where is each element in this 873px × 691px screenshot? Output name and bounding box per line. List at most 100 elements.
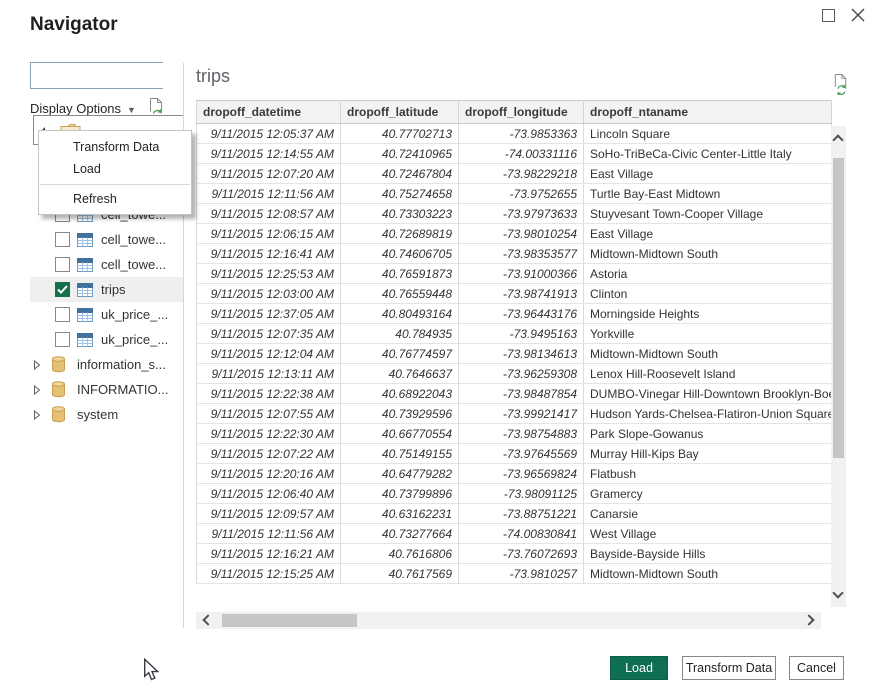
cell-dropoff-latitude: 40.76591873 xyxy=(341,264,459,284)
cell-dropoff-ntaname: Midtown-Midtown South xyxy=(584,344,832,364)
column-header[interactable]: dropoff_longitude xyxy=(459,101,584,124)
table-row[interactable]: 9/11/2015 12:09:57 AM 40.63162231 -73.88… xyxy=(197,504,832,524)
cell-dropoff-latitude: 40.76559448 xyxy=(341,284,459,304)
tree-item-table[interactable]: cell_towe... xyxy=(30,252,184,277)
cell-dropoff-longitude: -73.9853363 xyxy=(459,124,584,144)
horizontal-scrollbar[interactable] xyxy=(196,612,821,629)
table-row[interactable]: 9/11/2015 12:05:37 AM 40.77702713 -73.98… xyxy=(197,124,832,144)
scroll-left-icon[interactable] xyxy=(202,614,213,625)
table-row[interactable]: 9/11/2015 12:07:55 AM 40.73929596 -73.99… xyxy=(197,404,832,424)
cell-dropoff-longitude: -73.9752655 xyxy=(459,184,584,204)
display-options-label: Display Options xyxy=(30,101,121,116)
cell-dropoff-longitude: -73.97645569 xyxy=(459,444,584,464)
menu-separator xyxy=(40,184,190,185)
load-button[interactable]: Load xyxy=(610,656,668,680)
tree-item-table[interactable]: uk_price_... xyxy=(30,327,184,352)
cell-dropoff-datetime: 9/11/2015 12:11:56 AM xyxy=(197,184,341,204)
tree-item-table[interactable]: cell_towe... xyxy=(30,227,184,252)
cell-dropoff-datetime: 9/11/2015 12:08:57 AM xyxy=(197,204,341,224)
tree-item-label: cell_towe... xyxy=(101,232,166,247)
cell-dropoff-latitude: 40.74606705 xyxy=(341,244,459,264)
transform-data-button[interactable]: Transform Data xyxy=(682,656,776,680)
horizontal-scroll-thumb[interactable] xyxy=(222,614,357,627)
table-row[interactable]: 9/11/2015 12:03:00 AM 40.76559448 -73.98… xyxy=(197,284,832,304)
tree-item-database[interactable]: system xyxy=(30,402,184,427)
table-row[interactable]: 9/11/2015 12:06:15 AM 40.72689819 -73.98… xyxy=(197,224,832,244)
scroll-up-icon[interactable] xyxy=(832,134,843,145)
cell-dropoff-ntaname: West Village xyxy=(584,524,832,544)
table-row[interactable]: 9/11/2015 12:20:16 AM 40.64779282 -73.96… xyxy=(197,464,832,484)
table-row[interactable]: 9/11/2015 12:11:56 AM 40.73277664 -74.00… xyxy=(197,524,832,544)
menu-item-load[interactable]: Load xyxy=(39,158,191,180)
table-checkbox[interactable] xyxy=(55,282,70,297)
cell-dropoff-ntaname: Yorkville xyxy=(584,324,832,344)
vertical-scroll-thumb[interactable] xyxy=(833,158,844,458)
column-header[interactable]: dropoff_datetime xyxy=(197,101,341,124)
table-row[interactable]: 9/11/2015 12:08:57 AM 40.73303223 -73.97… xyxy=(197,204,832,224)
cell-dropoff-datetime: 9/11/2015 12:22:30 AM xyxy=(197,424,341,444)
cell-dropoff-ntaname: Flatbush xyxy=(584,464,832,484)
display-options-dropdown[interactable]: Display Options▼ xyxy=(30,101,136,116)
table-checkbox[interactable] xyxy=(55,257,70,272)
cell-dropoff-longitude: -73.76072693 xyxy=(459,544,584,564)
tree-item-table[interactable]: uk_price_... xyxy=(30,302,184,327)
cell-dropoff-ntaname: Bayside-Bayside Hills xyxy=(584,544,832,564)
search-box[interactable] xyxy=(30,62,163,89)
table-row[interactable]: 9/11/2015 12:13:11 AM 40.7646637 -73.962… xyxy=(197,364,832,384)
table-row[interactable]: 9/11/2015 12:12:04 AM 40.76774597 -73.98… xyxy=(197,344,832,364)
table-row[interactable]: 9/11/2015 12:22:30 AM 40.66770554 -73.98… xyxy=(197,424,832,444)
expand-chevron-icon[interactable] xyxy=(33,360,41,370)
cell-dropoff-datetime: 9/11/2015 12:06:15 AM xyxy=(197,224,341,244)
column-header[interactable]: dropoff_latitude xyxy=(341,101,459,124)
table-checkbox[interactable] xyxy=(55,307,70,322)
cell-dropoff-ntaname: Canarsie xyxy=(584,504,832,524)
table-row[interactable]: 9/11/2015 12:14:55 AM 40.72410965 -74.00… xyxy=(197,144,832,164)
refresh-preview-icon[interactable] xyxy=(831,72,850,95)
table-checkbox[interactable] xyxy=(55,332,70,347)
tree-item-database[interactable]: INFORMATIO... xyxy=(30,377,184,402)
cell-dropoff-datetime: 9/11/2015 12:22:38 AM xyxy=(197,384,341,404)
table-row[interactable]: 9/11/2015 12:16:41 AM 40.74606705 -73.98… xyxy=(197,244,832,264)
table-row[interactable]: 9/11/2015 12:25:53 AM 40.76591873 -73.91… xyxy=(197,264,832,284)
cell-dropoff-ntaname: Park Slope-Gowanus xyxy=(584,424,832,444)
vertical-scrollbar[interactable] xyxy=(831,126,846,607)
cell-dropoff-latitude: 40.76774597 xyxy=(341,344,459,364)
table-row[interactable]: 9/11/2015 12:11:56 AM 40.75274658 -73.97… xyxy=(197,184,832,204)
table-row[interactable]: 9/11/2015 12:37:05 AM 40.80493164 -73.96… xyxy=(197,304,832,324)
tree-item-table[interactable]: trips xyxy=(30,277,184,302)
cell-dropoff-ntaname: Turtle Bay-East Midtown xyxy=(584,184,832,204)
checkmark-icon xyxy=(57,285,68,294)
table-checkbox[interactable] xyxy=(55,232,70,247)
cell-dropoff-ntaname: Midtown-Midtown South xyxy=(584,564,832,584)
cell-dropoff-longitude: -73.9810257 xyxy=(459,564,584,584)
table-row[interactable]: 9/11/2015 12:07:20 AM 40.72467804 -73.98… xyxy=(197,164,832,184)
cell-dropoff-longitude: -73.98010254 xyxy=(459,224,584,244)
column-header[interactable]: dropoff_ntaname xyxy=(584,101,832,124)
cell-dropoff-ntaname: Gramercy xyxy=(584,484,832,504)
table-row[interactable]: 9/11/2015 12:07:22 AM 40.75149155 -73.97… xyxy=(197,444,832,464)
table-row[interactable]: 9/11/2015 12:07:35 AM 40.784935 -73.9495… xyxy=(197,324,832,344)
expand-chevron-icon[interactable] xyxy=(33,410,41,420)
dialog-title: Navigator xyxy=(30,14,118,36)
cancel-button[interactable]: Cancel xyxy=(789,656,844,680)
menu-item-transform-data[interactable]: Transform Data xyxy=(39,136,191,158)
table-row[interactable]: 9/11/2015 12:06:40 AM 40.73799896 -73.98… xyxy=(197,484,832,504)
cell-dropoff-ntaname: Lenox Hill-Roosevelt Island xyxy=(584,364,832,384)
navigator-dialog: Navigator Display Options▼ Transform Dat… xyxy=(0,0,873,691)
search-input[interactable] xyxy=(31,63,194,88)
table-icon xyxy=(77,233,93,247)
tree-item-label: INFORMATIO... xyxy=(77,382,168,397)
table-row[interactable]: 9/11/2015 12:15:25 AM 40.7617569 -73.981… xyxy=(197,564,832,584)
menu-item-refresh[interactable]: Refresh xyxy=(39,188,191,210)
table-row[interactable]: 9/11/2015 12:16:21 AM 40.7616806 -73.760… xyxy=(197,544,832,564)
cell-dropoff-ntaname: Morningside Heights xyxy=(584,304,832,324)
close-window-icon[interactable] xyxy=(850,7,866,23)
scroll-down-icon[interactable] xyxy=(832,587,843,598)
table-row[interactable]: 9/11/2015 12:22:38 AM 40.68922043 -73.98… xyxy=(197,384,832,404)
cell-dropoff-longitude: -73.98487854 xyxy=(459,384,584,404)
expand-chevron-icon[interactable] xyxy=(33,385,41,395)
tree-item-database[interactable]: information_s... xyxy=(30,352,184,377)
restore-window-icon[interactable] xyxy=(822,9,835,22)
tree-item-label: uk_price_... xyxy=(101,332,168,347)
scroll-right-icon[interactable] xyxy=(803,614,814,625)
